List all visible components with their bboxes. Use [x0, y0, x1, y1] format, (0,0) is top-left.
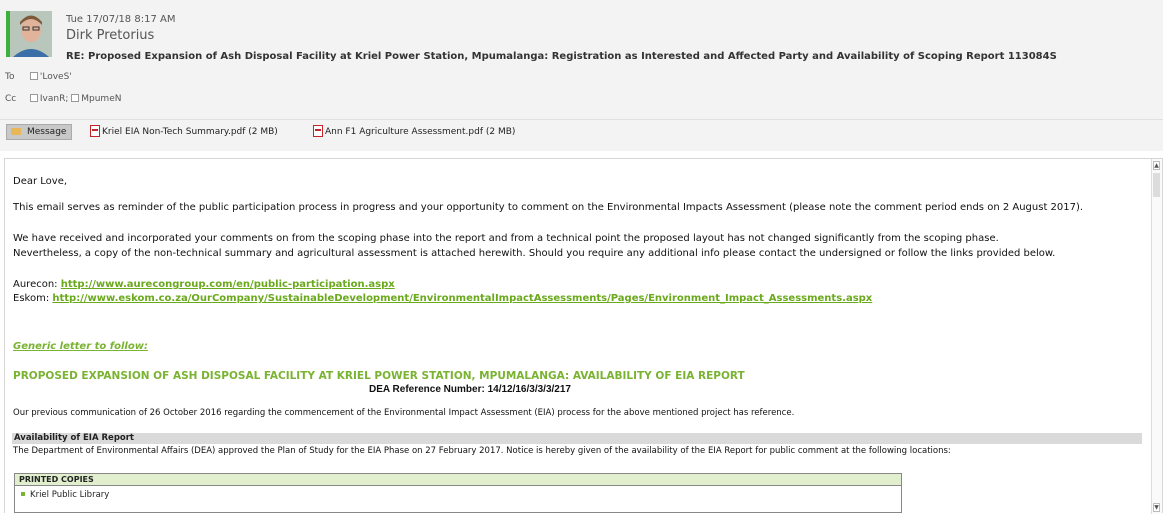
recipient-cc[interactable]: IvanR; [29, 94, 68, 104]
message-tab[interactable]: Message [6, 124, 72, 140]
envelope-icon [11, 128, 21, 135]
checkbox-icon [71, 94, 80, 102]
checkbox-icon [29, 72, 38, 80]
availability-text: The Department of Environmental Affairs … [13, 446, 951, 456]
body-paragraph-2-line-1: We have received and incorporated your c… [13, 233, 999, 244]
body-paragraph-2-line-2: Nevertheless, a copy of the non-technica… [13, 248, 1056, 259]
bullet-icon [21, 492, 25, 496]
to-label: To [5, 72, 15, 82]
eskom-label: Eskom: [13, 293, 53, 304]
generic-letter-heading: Generic letter to follow: [13, 341, 148, 352]
pdf-icon [313, 125, 323, 137]
aurecon-label: Aurecon: [13, 279, 61, 290]
cc-row: Cc IvanR; MpumeN [5, 94, 121, 104]
scroll-thumb[interactable] [1153, 173, 1160, 197]
letter-title: PROPOSED EXPANSION OF ASH DISPOSAL FACIL… [13, 370, 745, 382]
recipient-to[interactable]: 'LoveS' [29, 72, 72, 82]
attachment-item[interactable]: Kriel EIA Non-Tech Summary.pdf (2 MB) [90, 125, 278, 137]
dea-reference: DEA Reference Number: 14/12/16/3/3/3/217 [369, 384, 571, 395]
scroll-up-arrow-icon[interactable]: ▲ [1153, 161, 1160, 170]
cc-label: Cc [5, 94, 17, 104]
recipient-cc[interactable]: MpumeN [71, 94, 121, 104]
vertical-scrollbar[interactable]: ▲ ▼ [1151, 159, 1162, 514]
to-row: To 'LoveS' [5, 72, 72, 82]
eskom-line: Eskom: http://www.eskom.co.za/OurCompany… [13, 293, 872, 304]
greeting: Dear Love, [13, 176, 68, 187]
eskom-link[interactable]: http://www.eskom.co.za/OurCompany/Sustai… [52, 293, 872, 304]
email-subject: RE: Proposed Expansion of Ash Disposal F… [66, 51, 1057, 62]
checkbox-icon [29, 94, 38, 102]
attachment-bar: Message Kriel EIA Non-Tech Summary.pdf (… [0, 119, 1163, 144]
table-row: Kriel Public Library [15, 490, 901, 500]
printed-copies-table: PRINTED COPIES Kriel Public Library [14, 473, 902, 513]
aurecon-link[interactable]: http://www.aurecongroup.com/en/public-pa… [61, 279, 395, 290]
availability-heading: Availability of EIA Report [12, 433, 1142, 444]
pdf-icon [90, 125, 100, 137]
sent-date: Tue 17/07/18 8:17 AM [66, 14, 176, 25]
table-header: PRINTED COPIES [15, 474, 901, 486]
attachment-item[interactable]: Ann F1 Agriculture Assessment.pdf (2 MB) [313, 125, 515, 137]
aurecon-line: Aurecon: http://www.aurecongroup.com/en/… [13, 279, 395, 290]
scroll-down-arrow-icon[interactable]: ▼ [1153, 503, 1160, 512]
body-paragraph-1: This email serves as reminder of the pub… [13, 202, 1084, 213]
sender-avatar [6, 11, 52, 57]
sender-name[interactable]: Dirk Pretorius [66, 28, 154, 43]
message-header: Tue 17/07/18 8:17 AM Dirk Pretorius RE: … [0, 0, 1163, 151]
previous-communication: Our previous communication of 26 October… [13, 408, 795, 418]
